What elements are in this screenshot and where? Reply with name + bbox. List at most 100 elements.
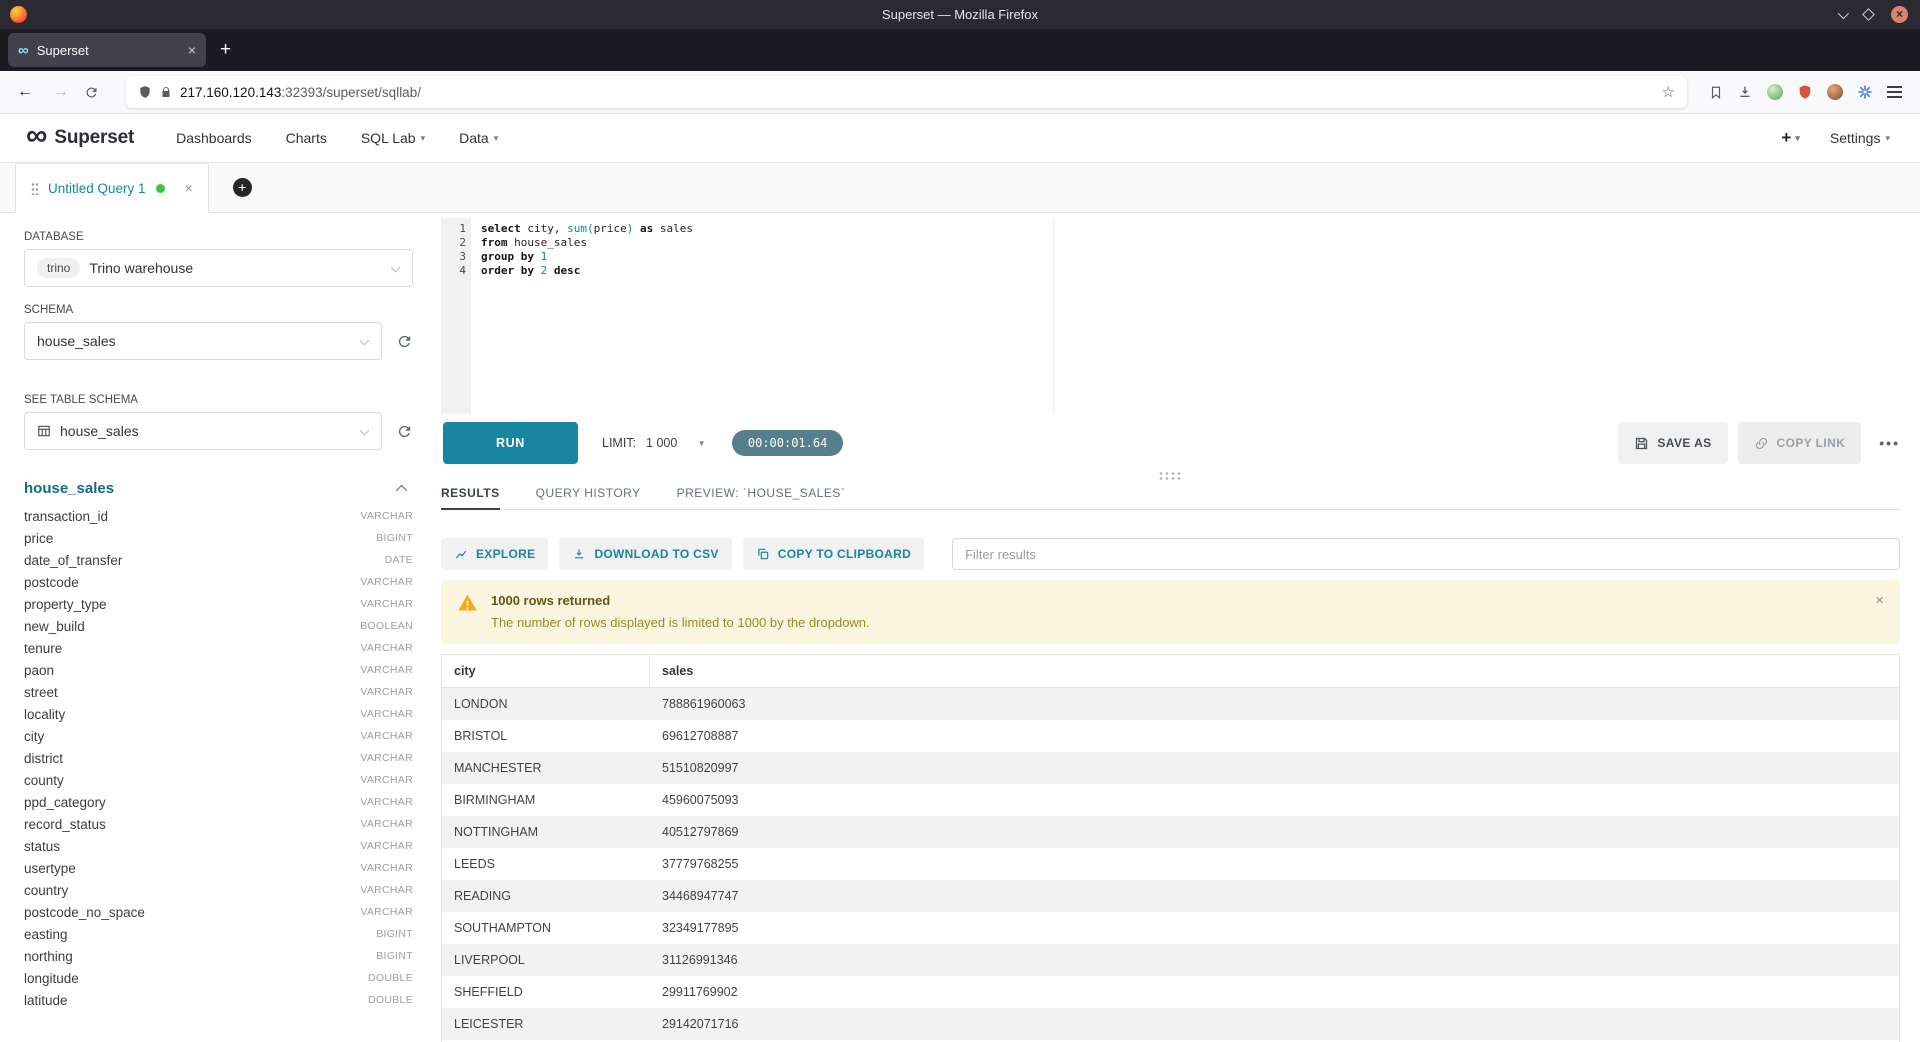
table-column-row: streetVARCHAR [24,681,413,703]
profile-avatar-icon[interactable] [1827,84,1843,100]
cell-city: LEICESTER [442,1017,650,1031]
settings-menu[interactable]: Settings ▾ [1830,130,1890,146]
sql-token: city, [521,222,567,235]
column-header-city[interactable]: city [442,655,650,687]
column-header-sales[interactable]: sales [650,655,1899,687]
save-as-button[interactable]: SAVE AS [1618,422,1727,464]
tab-close-icon[interactable]: × [188,42,196,58]
bookmark-ribbon-icon[interactable] [1709,85,1723,100]
column-type: VARCHAR [360,862,413,874]
column-name: city [24,729,44,744]
table-column-row: northingBIGINT [24,945,413,967]
sql-token: house_sales [508,236,587,249]
bookmark-star-icon[interactable]: ☆ [1662,83,1675,101]
sql-editor[interactable]: 1234 select city, sum(price) as salesfro… [441,218,1900,414]
query-tab-close-icon[interactable]: × [185,180,193,196]
refresh-schemas-icon[interactable] [396,333,413,350]
sql-token: group by [481,250,534,263]
cell-sales: 29911769902 [650,985,1899,999]
table-name[interactable]: house_sales [24,480,114,497]
brand-name: Superset [54,127,134,149]
query-timer-badge: 00:00:01.64 [732,430,843,456]
filter-results-input[interactable] [952,538,1900,570]
extension-blue-icon[interactable] [1857,84,1873,100]
tab-preview-house-sales[interactable]: PREVIEW: `HOUSE_SALES` [677,486,846,509]
limit-label: LIMIT: [602,436,636,450]
caret-down-icon: ▾ [699,438,704,449]
refresh-tables-icon[interactable] [396,423,413,440]
results-body: LONDON788861960063BRISTOL69612708887MANC… [442,688,1899,1040]
limit-dropdown[interactable]: LIMIT: 1 000 ▾ [602,436,704,450]
editor-code[interactable]: select city, sum(price) as salesfrom hou… [471,218,1900,414]
cell-city: LEEDS [442,857,650,871]
column-type: VARCHAR [360,730,413,742]
table-row: BIRMINGHAM45960075093 [442,784,1899,816]
collapse-chevron-icon[interactable] [396,484,407,495]
pane-resize-handle[interactable] [441,464,1900,486]
table-column-row: statusVARCHAR [24,835,413,857]
line-number: 3 [441,250,466,264]
alert-close-icon[interactable]: × [1875,592,1884,609]
caret-down-icon: ▾ [494,133,499,144]
downloads-icon[interactable] [1737,84,1753,100]
schema-value: house_sales [37,333,116,349]
window-maximize-icon[interactable] [1862,8,1875,21]
copy-link-button[interactable]: COPY LINK [1738,422,1862,464]
reload-icon[interactable] [84,85,110,100]
run-button[interactable]: RUN [443,422,578,464]
superset-logo[interactable]: ∞ Superset [0,125,134,151]
tracking-shield-icon[interactable] [138,85,152,99]
new-tab-button[interactable]: + [220,39,231,61]
query-tab-active[interactable]: Untitled Query 1 × [15,163,209,213]
schema-select[interactable]: house_sales [24,322,382,360]
superset-header: ∞ Superset Dashboards Charts SQL Lab▾ Data▾… [0,114,1920,163]
firefox-toolbar: ← → 217.160.120.143:32393/superset/sqlla… [0,71,1920,114]
tab-results[interactable]: RESULTS [441,486,500,509]
lock-icon[interactable] [160,86,172,98]
table-column-row: city VARCHAR [24,725,413,747]
add-query-tab-button[interactable]: + [233,178,252,197]
download-csv-button[interactable]: DOWNLOAD TO CSV [559,538,731,570]
line-number: 1 [441,222,466,236]
column-type: BIGINT [376,928,413,940]
nav-item-charts[interactable]: Charts [286,130,327,146]
cell-city: READING [442,889,650,903]
nav-item-sql-lab[interactable]: SQL Lab▾ [361,130,425,146]
firefox-titlebar: Superset — Mozilla Firefox × [0,0,1920,29]
column-name: street [24,685,58,700]
column-type: BIGINT [376,950,413,962]
back-icon[interactable]: ← [12,83,38,101]
sql-token: order by [481,264,534,277]
more-menu-icon[interactable]: ••• [1879,435,1900,451]
window-minimize-icon[interactable] [1838,7,1849,18]
column-type: VARCHAR [360,906,413,918]
table-column-row: record_statusVARCHAR [24,813,413,835]
table-column-row: countyVARCHAR [24,769,413,791]
database-type-badge: trino [37,258,80,278]
table-select[interactable]: house_sales [24,412,382,450]
column-name: paon [24,663,54,678]
column-name: postcode_no_space [24,905,145,920]
add-new-button[interactable]: + ▾ [1781,128,1799,148]
copy-icon [756,547,770,561]
nav-item-data[interactable]: Data▾ [459,130,498,146]
extension-green-icon[interactable] [1767,84,1783,100]
warning-triangle-icon [457,593,478,630]
nav-item-dashboards[interactable]: Dashboards [176,130,252,146]
menu-hamburger-icon[interactable] [1887,84,1902,100]
window-close-icon[interactable]: × [1891,6,1908,23]
copy-clipboard-button[interactable]: COPY TO CLIPBOARD [743,538,924,570]
table-column-row: date_of_transferDATE [24,549,413,571]
explore-button[interactable]: EXPLORE [441,538,548,570]
table-row: BRISTOL69612708887 [442,720,1899,752]
link-icon [1754,436,1769,451]
url-bar[interactable]: 217.160.120.143:32393/superset/sqllab/ ☆ [126,76,1687,108]
table-grid-icon [37,424,51,438]
ublock-shield-icon[interactable] [1797,84,1813,100]
tab-query-history[interactable]: QUERY HISTORY [536,486,641,509]
column-type: VARCHAR [360,510,413,522]
database-select[interactable]: trino Trino warehouse [24,249,413,287]
browser-tab[interactable]: ∞ Superset × [8,33,206,67]
url-host: 217.160.120.143 [180,85,281,100]
chart-icon [454,547,468,561]
